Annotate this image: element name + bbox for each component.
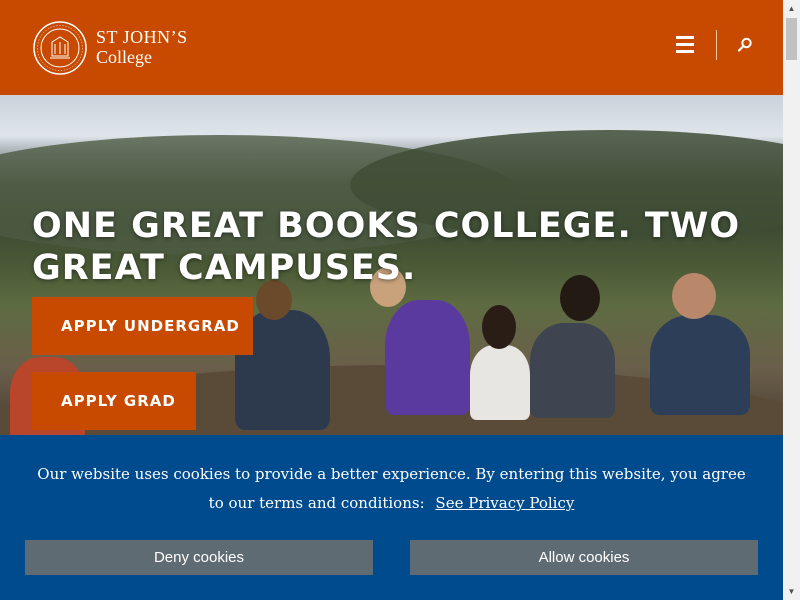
privacy-policy-link[interactable]: See Privacy Policy xyxy=(435,494,574,512)
allow-cookies-button[interactable]: Allow cookies xyxy=(410,540,758,575)
site-header: ST JOHN’S College xyxy=(0,0,783,95)
cookie-banner: Our website uses cookies to provide a be… xyxy=(0,435,783,600)
scroll-up-arrow-icon[interactable]: ▲ xyxy=(783,0,800,17)
scrollbar-thumb[interactable] xyxy=(786,18,797,60)
college-wordmark: ST JOHN’S College xyxy=(96,27,188,68)
hero-photo-person xyxy=(470,345,530,420)
hero-photo-person xyxy=(482,305,516,349)
hero-photo-person xyxy=(650,315,750,415)
search-icon[interactable] xyxy=(736,36,754,54)
wordmark-line-1: ST JOHN’S xyxy=(96,27,188,48)
apply-grad-button[interactable]: APPLY GRAD xyxy=(32,372,196,430)
hero-photo-person xyxy=(530,323,615,418)
header-divider xyxy=(716,30,717,60)
cookie-message: Our website uses cookies to provide a be… xyxy=(30,460,753,518)
college-seal-icon xyxy=(33,21,87,75)
scroll-down-arrow-icon[interactable]: ▼ xyxy=(783,583,800,600)
wordmark-line-2: College xyxy=(96,47,152,67)
hero-photo-person xyxy=(385,300,470,415)
hero-banner: ONE GREAT BOOKS COLLEGE. TWO GREAT CAMPU… xyxy=(0,95,783,435)
vertical-scrollbar[interactable]: ▲ ▼ xyxy=(783,0,800,600)
hero-headline: ONE GREAT BOOKS COLLEGE. TWO GREAT CAMPU… xyxy=(32,206,741,288)
apply-undergrad-button[interactable]: APPLY UNDERGRAD xyxy=(32,297,253,355)
hamburger-menu-icon[interactable] xyxy=(676,36,698,54)
cookie-message-text: Our website uses cookies to provide a be… xyxy=(37,465,746,512)
college-logo-link[interactable]: ST JOHN’S College xyxy=(32,20,188,76)
deny-cookies-button[interactable]: Deny cookies xyxy=(25,540,373,575)
